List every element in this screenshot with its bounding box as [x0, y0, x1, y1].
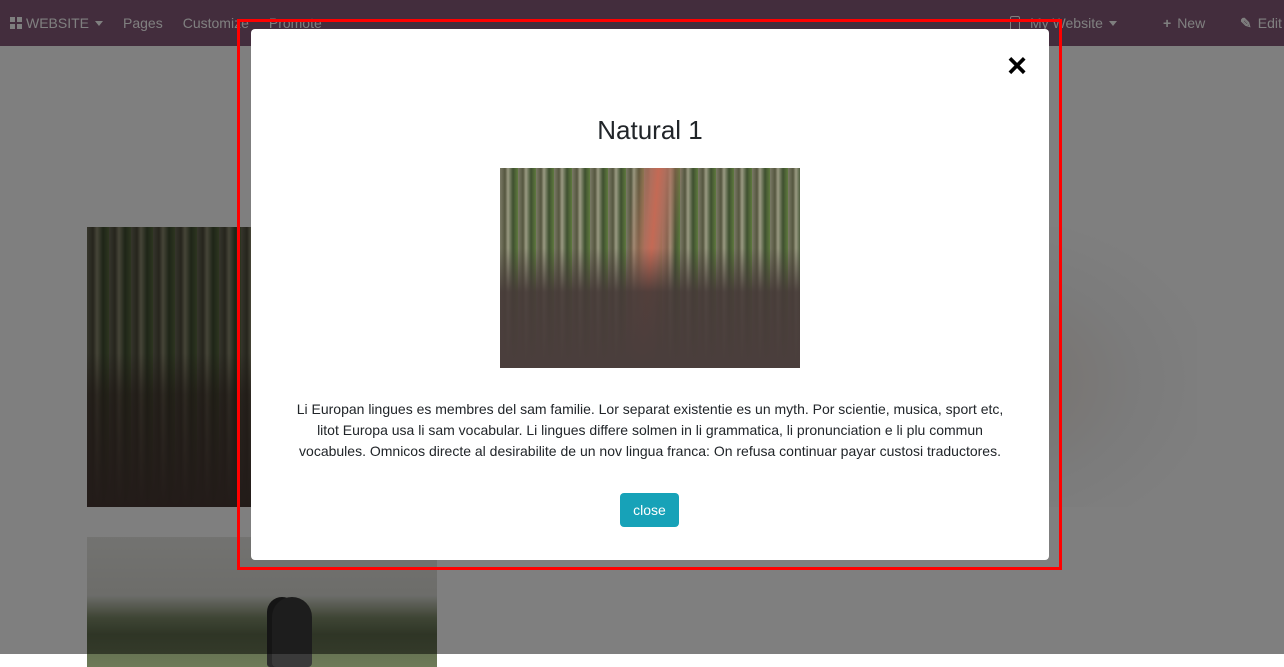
modal-description: Li Europan lingues es membres del sam fa…	[296, 401, 1004, 459]
close-icon[interactable]: ×	[1002, 49, 1032, 83]
close-button[interactable]: close	[620, 493, 679, 527]
image-modal: × Natural 1 Li Europan lingues es membre…	[251, 29, 1049, 560]
modal-image	[500, 168, 800, 368]
modal-title: Natural 1	[597, 115, 703, 145]
